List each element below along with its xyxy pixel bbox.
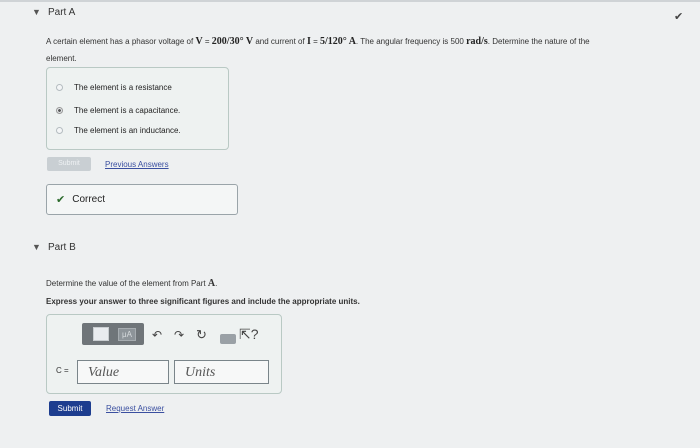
previous-answers-link[interactable]: Previous Answers: [105, 160, 169, 169]
collapse-caret-icon[interactable]: ▼: [32, 242, 41, 252]
value-input[interactable]: Value: [77, 360, 169, 384]
completed-check-icon: ✔: [674, 11, 684, 23]
part-b-question: Determine the value of the element from …: [46, 278, 218, 289]
part-b-title: Part B: [48, 242, 76, 253]
keyboard-icon[interactable]: [220, 334, 236, 344]
radio-icon[interactable]: [56, 127, 63, 134]
template-grid-icon: [92, 327, 109, 341]
units-input[interactable]: Units: [174, 360, 269, 384]
collapse-caret-icon[interactable]: ▼: [32, 7, 41, 17]
check-icon: ✔: [56, 194, 66, 206]
part-b-instruction: Express your answer to three significant…: [46, 297, 360, 306]
redo-icon[interactable]: ↷: [174, 328, 184, 342]
feedback-correct: ✔ Correct: [46, 184, 238, 215]
part-a-question-line2: element.: [46, 54, 77, 63]
choice-resistance[interactable]: The element is a resistance: [56, 83, 172, 92]
units-button-label: μA: [118, 327, 136, 341]
choice-inductance[interactable]: The element is an inductance.: [56, 126, 181, 135]
part-a-submit-button[interactable]: Submit: [47, 157, 91, 171]
part-a-title: Part A: [48, 7, 76, 18]
request-answer-link[interactable]: Request Answer: [106, 404, 164, 413]
units-button[interactable]: μA: [110, 323, 144, 345]
choice-capacitance[interactable]: The element is a capacitance.: [56, 106, 180, 115]
undo-icon[interactable]: ↶: [152, 328, 162, 342]
top-divider: [0, 0, 700, 2]
reset-icon[interactable]: ↻: [196, 327, 207, 343]
radio-selected-icon[interactable]: [56, 107, 63, 114]
part-a-question: A certain element has a phasor voltage o…: [46, 36, 590, 47]
help-cursor-icon[interactable]: ⇱?: [239, 326, 259, 343]
radio-icon[interactable]: [56, 84, 63, 91]
variable-label: C =: [56, 366, 69, 375]
part-b-submit-button[interactable]: Submit: [49, 401, 91, 416]
